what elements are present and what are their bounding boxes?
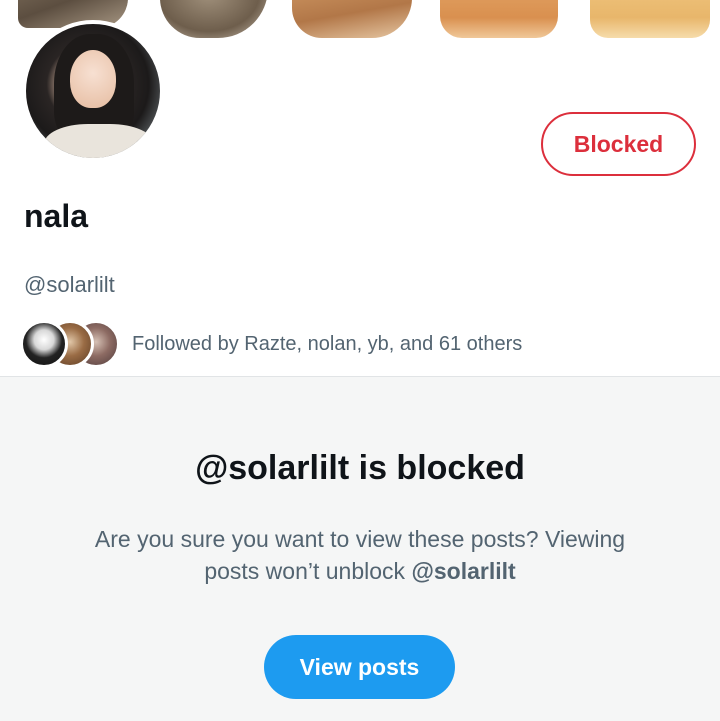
- follower-avatar: [20, 320, 68, 368]
- banner-image-part: [440, 0, 558, 38]
- profile-avatar[interactable]: [22, 20, 164, 162]
- blocked-description-handle: @solarlilt: [411, 558, 516, 584]
- blocked-notice-panel: @solarlilt is blocked Are you sure you w…: [0, 376, 720, 721]
- profile-handle: @solarlilt: [24, 272, 115, 297]
- view-posts-button[interactable]: View posts: [264, 635, 455, 699]
- banner-image-part: [590, 0, 710, 38]
- avatar-shirt: [44, 124, 154, 158]
- blocked-description-text: Are you sure you want to view these post…: [94, 526, 626, 584]
- followers-you-know[interactable]: Followed by Razte, nolan, yb, and 61 oth…: [20, 318, 522, 370]
- blocked-button[interactable]: Blocked: [541, 112, 696, 176]
- banner-image-part: [292, 0, 412, 38]
- avatar-face: [70, 50, 116, 108]
- followed-by-text: Followed by Razte, nolan, yb, and 61 oth…: [132, 332, 523, 355]
- blocked-description: Are you sure you want to view these post…: [70, 523, 650, 587]
- profile-display-name: nala: [24, 198, 89, 234]
- banner-image-part: [160, 0, 268, 38]
- blocked-title: @solarlilt is blocked: [195, 449, 525, 487]
